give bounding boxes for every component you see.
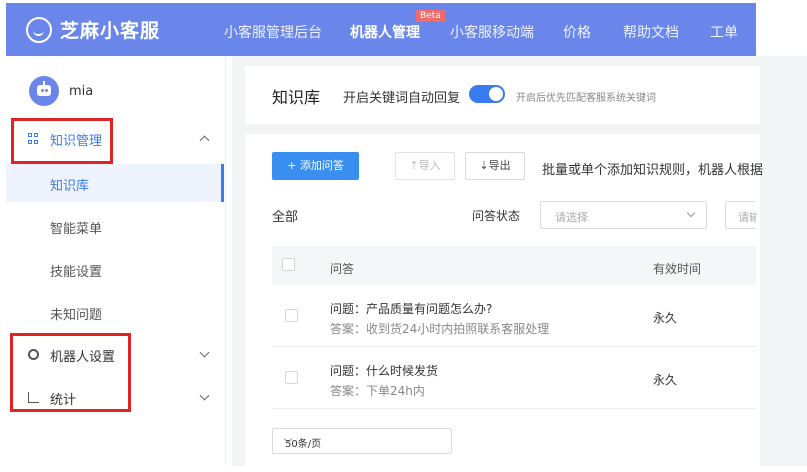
table-header: 问答 有效时间	[272, 246, 756, 290]
export-button[interactable]: ⇣导出	[465, 152, 525, 180]
line-chart-icon	[28, 392, 39, 403]
nav-item-help-docs[interactable]: 帮助文档	[623, 22, 679, 42]
brand-logo[interactable]: 芝麻小客服	[26, 16, 160, 43]
sidebar-item-label: 知识库	[50, 179, 90, 194]
username: mia	[69, 84, 94, 99]
table-row[interactable]: 问题：产品质量有问题怎么办? 答案：收到货24小时内拍照联系客服处理 永久	[272, 285, 756, 347]
sidebar-item-label: 技能设置	[50, 265, 103, 280]
chevron-down-icon	[199, 390, 210, 401]
table-row[interactable]: 问题：什么时候发货 答案：下单24h内 永久	[272, 347, 756, 409]
chat-bubble-logo-icon	[26, 16, 52, 43]
keyword-input-placeholder: 请输	[738, 211, 756, 224]
status-filter-label: 问答状态	[472, 209, 521, 223]
status-select-placeholder: 请选择	[555, 211, 588, 224]
auto-reply-toggle[interactable]	[469, 85, 505, 103]
batch-description: 批量或单个添加知识规则，机器人根据	[542, 163, 764, 178]
sidebar-item-unknown-questions[interactable]: 未知问题	[6, 293, 224, 331]
nav-item-mobile[interactable]: 小客服移动端	[450, 22, 534, 42]
page-title: 知识库	[272, 88, 321, 107]
sidebar-item-label: 智能菜单	[50, 222, 103, 237]
robot-icon	[37, 85, 51, 96]
nav-item-pricing[interactable]: 价格	[563, 22, 591, 42]
row-checkbox[interactable]	[285, 371, 298, 384]
row-valid-time: 永久	[653, 311, 678, 325]
row-question: 问题：什么时候发货	[330, 364, 439, 378]
keyword-input[interactable]: 请输	[725, 201, 756, 229]
row-checkbox[interactable]	[285, 309, 298, 322]
import-button[interactable]: ⇡导入	[395, 152, 455, 180]
beta-badge: Beta	[416, 10, 445, 22]
sidebar-group-knowledge[interactable]: 知识管理	[6, 120, 226, 156]
auto-reply-label: 开启关键词自动回复	[343, 91, 461, 106]
sidebar-group-label: 统计	[50, 393, 77, 408]
status-select[interactable]: 请选择	[540, 201, 707, 229]
grid-icon	[28, 133, 39, 144]
row-answer: 答案：下单24h内	[330, 384, 425, 398]
sidebar: mia 知识管理 知识库 智能菜单 技能设置 未知问题 机器人设置 统计	[6, 56, 226, 466]
row-valid-time: 永久	[653, 373, 678, 387]
robot-eye-left	[41, 89, 44, 92]
nav-item-tickets[interactable]: 工单	[710, 22, 738, 42]
column-header-qa: 问答	[330, 262, 355, 276]
sidebar-group-statistics[interactable]: 统计	[6, 379, 226, 415]
sidebar-item-skill-settings[interactable]: 技能设置	[6, 250, 224, 288]
chevron-down-icon	[199, 347, 210, 358]
row-answer: 答案：收到货24小时内拍照联系客服处理	[330, 322, 550, 336]
sidebar-group-label: 知识管理	[50, 134, 103, 149]
app-window: 芝麻小客服 小客服管理后台 机器人管理 Beta 小客服移动端 价格 帮助文档 …	[0, 0, 807, 472]
select-all-checkbox[interactable]	[282, 258, 295, 271]
nav-item-admin[interactable]: 小客服管理后台	[224, 22, 322, 42]
gear-icon	[28, 349, 39, 360]
row-question: 问题：产品质量有问题怎么办?	[330, 302, 493, 316]
auto-reply-hint: 开启后优先匹配客服系统关键词	[516, 93, 656, 104]
sidebar-item-label: 未知问题	[50, 308, 103, 323]
add-qa-button[interactable]: + 添加问答	[272, 152, 359, 180]
sidebar-group-robot-settings[interactable]: 机器人设置	[6, 336, 226, 372]
column-header-valid-time: 有效时间	[653, 262, 702, 276]
robot-avatar[interactable]	[29, 76, 59, 106]
nav-item-robot-management[interactable]: 机器人管理	[350, 22, 420, 42]
sidebar-item-smart-menu[interactable]: 智能菜单	[6, 207, 224, 245]
chevron-up-icon	[199, 135, 210, 146]
page-size-select[interactable]: 50条/页	[272, 428, 452, 454]
top-nav-bar: 芝麻小客服 小客服管理后台 机器人管理 Beta 小客服移动端 价格 帮助文档 …	[6, 3, 756, 56]
brand-name: 芝麻小客服	[60, 20, 161, 42]
chevron-down-icon	[686, 208, 696, 218]
robot-eye-right	[45, 89, 48, 92]
filter-all-tab[interactable]: 全部	[272, 206, 298, 225]
sidebar-group-label: 机器人设置	[50, 350, 116, 365]
sidebar-item-knowledge-base[interactable]: 知识库	[6, 164, 224, 202]
